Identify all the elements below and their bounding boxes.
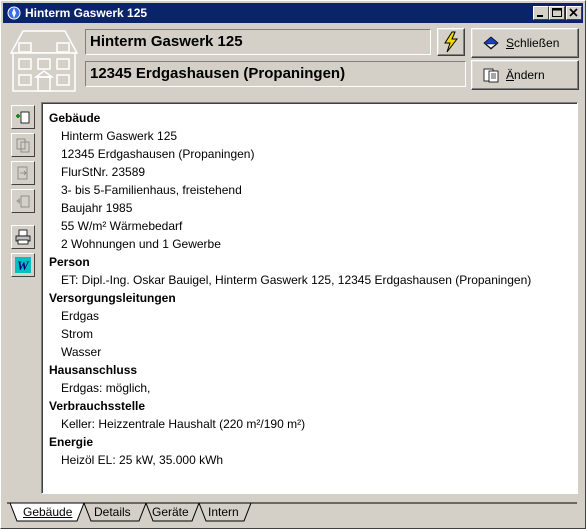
section-line: Wasser [61, 345, 102, 359]
copy-button[interactable] [11, 133, 35, 157]
app-window: Hinterm Gaswerk 125 Hinterm Gaswerk 125 … [0, 0, 586, 529]
tab-intern[interactable]: Intern [208, 503, 239, 522]
section-line: Baujahr 1985 [61, 201, 133, 215]
move-icon [17, 166, 28, 180]
energy-button[interactable] [437, 28, 465, 56]
title-bar[interactable]: Hinterm Gaswerk 125 [3, 3, 583, 23]
section-line: FlurStNr. 23589 [61, 165, 146, 179]
app-icon[interactable] [6, 5, 22, 21]
section-line: Hinterm Gaswerk 125 [61, 129, 178, 143]
minimize-button[interactable] [533, 6, 549, 20]
book-icon [483, 36, 499, 50]
section-line: 2 Wohnungen und 1 Gewerbe [61, 237, 221, 251]
print-icon [15, 229, 31, 245]
maximize-button[interactable] [549, 6, 565, 20]
add-icon [16, 111, 30, 124]
section-heading: Verbrauchsstelle [49, 399, 146, 413]
print-button[interactable] [11, 225, 35, 249]
street-field: Hinterm Gaswerk 125 [85, 29, 431, 55]
word-icon: W [15, 257, 31, 273]
section-line: 3- bis 5-Familienhaus, freistehend [61, 183, 242, 197]
section-heading: Hausanschluss [49, 363, 138, 377]
side-toolbar: W [7, 99, 39, 494]
section-heading: Energie [49, 435, 94, 449]
section-line: Erdgas: möglich, [61, 381, 151, 395]
tab-geraete[interactable]: Geräte [152, 503, 189, 522]
city-field: 12345 Erdgashausen (Propaningen) [85, 61, 466, 87]
window-title: Hinterm Gaswerk 125 [25, 6, 148, 20]
section-line: Keller: Heizzentrale Haushalt (220 m²/19… [61, 417, 306, 431]
back-button[interactable] [11, 189, 35, 213]
minimize-icon [537, 15, 543, 17]
section-line: 12345 Erdgashausen (Propaningen) [61, 147, 255, 161]
edit-document-icon [483, 68, 499, 83]
word-export-button[interactable]: W [11, 253, 35, 277]
section-line: Heizöl EL: 25 kW, 35.000 kWh [61, 453, 224, 467]
edit-button-label: Ändern [506, 68, 545, 82]
section-heading: Gebäude [49, 111, 101, 125]
maximize-icon [552, 8, 562, 17]
back-icon [16, 195, 30, 208]
section-heading: Person [49, 255, 90, 269]
tab-gebaeude[interactable]: Gebäude [23, 503, 72, 522]
close-button-label: Schließen [506, 36, 560, 50]
tab-strip: Gebäude Details Geräte Intern [7, 502, 577, 524]
move-button[interactable] [11, 161, 35, 185]
add-button[interactable] [11, 105, 35, 129]
edit-button[interactable]: Ändern [471, 60, 579, 90]
svg-text:W: W [17, 258, 30, 273]
lightning-icon [444, 31, 459, 53]
close-window-button[interactable] [566, 6, 582, 20]
section-line: 55 W/m² Wärmebedarf [61, 219, 183, 233]
section-heading: Versorgungsleitungen [49, 291, 176, 305]
section-line: Erdgas [61, 309, 100, 323]
section-line: ET: Dipl.-Ing. Oskar Bauigel, Hinterm Ga… [61, 273, 532, 287]
info-panel: Gebäude Hinterm Gaswerk 125 12345 Erdgasha… [41, 102, 578, 494]
copy-icon [16, 138, 30, 153]
close-icon [569, 8, 578, 17]
house-icon [9, 30, 79, 92]
close-button[interactable]: Schließen [471, 28, 579, 58]
section-line: Strom [61, 327, 94, 341]
tab-details[interactable]: Details [94, 503, 131, 522]
